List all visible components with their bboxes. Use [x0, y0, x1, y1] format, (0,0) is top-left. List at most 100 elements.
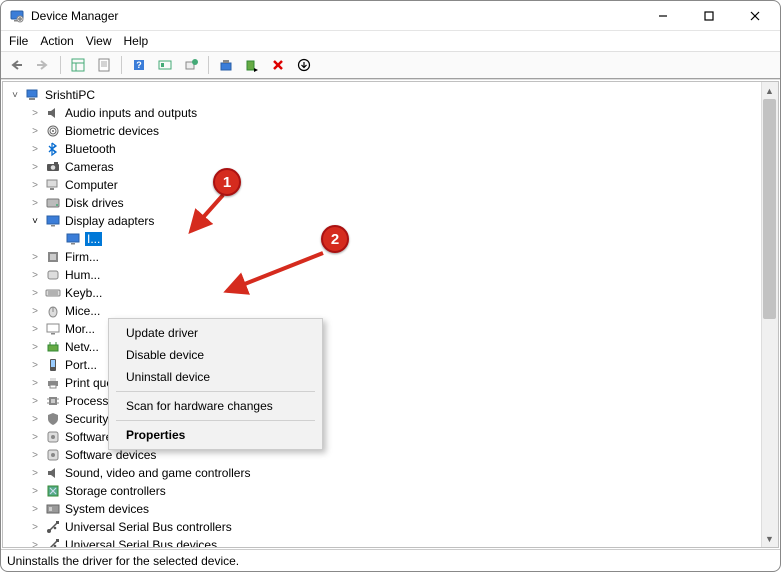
- tree-node-display-adapters[interactable]: ˅ Display adapters: [29, 212, 778, 230]
- tree-node-storage-controllers[interactable]: > Storage controllers: [29, 482, 778, 500]
- app-icon: [9, 8, 25, 24]
- context-uninstall-device[interactable]: Uninstall device: [112, 366, 319, 388]
- tree-node-bluetooth[interactable]: > Bluetooth: [29, 140, 778, 158]
- speaker-icon: [45, 105, 61, 121]
- close-button[interactable]: [732, 1, 778, 31]
- collapse-icon[interactable]: ˅: [29, 216, 41, 227]
- annotation-callout-1: 1: [213, 168, 241, 196]
- menu-view[interactable]: View: [86, 34, 112, 48]
- tree-node-label: Sound, video and game controllers: [65, 466, 250, 480]
- action-center-button[interactable]: [153, 54, 177, 76]
- tree-root-node[interactable]: ˅ SrishtiPC: [9, 86, 778, 104]
- monitor-icon: [45, 321, 61, 337]
- vertical-scrollbar[interactable]: ▲ ▼: [761, 82, 778, 547]
- nav-forward-button[interactable]: [31, 54, 55, 76]
- tree-node-label: Biometric devices: [65, 124, 159, 138]
- properties-button[interactable]: [92, 54, 116, 76]
- window-title: Device Manager: [31, 9, 118, 23]
- tree-node-label: Disk drives: [65, 196, 124, 210]
- expand-icon[interactable]: >: [29, 432, 41, 443]
- expand-icon[interactable]: >: [29, 414, 41, 425]
- uninstall-device-button[interactable]: [266, 54, 290, 76]
- tree-leaf-label: I...: [85, 232, 102, 246]
- software-icon: [45, 429, 61, 445]
- disable-device-button[interactable]: [240, 54, 264, 76]
- expand-icon[interactable]: >: [29, 540, 41, 549]
- toolbar: ?: [1, 51, 780, 79]
- context-scan-hardware[interactable]: Scan for hardware changes: [112, 395, 319, 417]
- tree-node-computer[interactable]: > Computer: [29, 176, 778, 194]
- scrollbar-thumb[interactable]: [763, 99, 776, 319]
- expand-icon[interactable]: >: [29, 450, 41, 461]
- expand-icon[interactable]: >: [29, 144, 41, 155]
- usb-icon: [45, 519, 61, 535]
- expand-icon[interactable]: >: [29, 522, 41, 533]
- computer-icon: [25, 87, 41, 103]
- menu-action[interactable]: Action: [40, 34, 73, 48]
- menu-help[interactable]: Help: [124, 34, 149, 48]
- scroll-down-arrow[interactable]: ▼: [761, 530, 778, 547]
- context-update-driver[interactable]: Update driver: [112, 322, 319, 344]
- tree-node-sound-video-and-game-controllers[interactable]: > Sound, video and game controllers: [29, 464, 778, 482]
- tree-node-universal-serial-bus-devices[interactable]: > Universal Serial Bus devices: [29, 536, 778, 548]
- tree-node-firm-[interactable]: > Firm...: [29, 248, 778, 266]
- tree-node-label: Mor...: [65, 322, 95, 336]
- expand-icon[interactable]: >: [29, 396, 41, 407]
- tree-node-biometric-devices[interactable]: > Biometric devices: [29, 122, 778, 140]
- tree-node-label: Keyb...: [65, 286, 102, 300]
- statusbar: Uninstalls the driver for the selected d…: [1, 549, 780, 571]
- expand-icon[interactable]: >: [29, 324, 41, 335]
- expand-icon[interactable]: >: [29, 162, 41, 173]
- nav-back-button[interactable]: [5, 54, 29, 76]
- titlebar: Device Manager: [1, 1, 780, 31]
- content-area: ˅ SrishtiPC > Audio inputs and outputs >…: [1, 79, 780, 549]
- context-properties[interactable]: Properties: [112, 424, 319, 446]
- collapse-icon[interactable]: ˅: [9, 90, 21, 101]
- tree-node-disk-drives[interactable]: > Disk drives: [29, 194, 778, 212]
- device-manager-window: Device Manager File Action View Help ?: [0, 0, 781, 572]
- expand-icon[interactable]: >: [29, 270, 41, 281]
- expand-icon[interactable]: >: [29, 288, 41, 299]
- show-hide-tree-button[interactable]: [66, 54, 90, 76]
- system-icon: [45, 501, 61, 517]
- tree-node-label: Netv...: [65, 340, 99, 354]
- scroll-up-arrow[interactable]: ▲: [761, 82, 778, 99]
- minimize-button[interactable]: [640, 1, 686, 31]
- tree-node-audio-inputs-and-outputs[interactable]: > Audio inputs and outputs: [29, 104, 778, 122]
- toolbar-separator: [60, 56, 61, 74]
- update-driver-button[interactable]: [214, 54, 238, 76]
- tree-node-label: Hum...: [65, 268, 100, 282]
- expand-icon[interactable]: >: [29, 360, 41, 371]
- tree-node-label: Universal Serial Bus controllers: [65, 520, 232, 534]
- tree-node-label: Port...: [65, 358, 97, 372]
- expand-icon[interactable]: >: [29, 468, 41, 479]
- tree-node-universal-serial-bus-controllers[interactable]: > Universal Serial Bus controllers: [29, 518, 778, 536]
- context-separator: [116, 391, 315, 392]
- tree-node-label: Bluetooth: [65, 142, 116, 156]
- svg-text:?: ?: [136, 60, 142, 70]
- expand-icon[interactable]: >: [29, 180, 41, 191]
- scan-hardware-button[interactable]: [179, 54, 203, 76]
- install-legacy-button[interactable]: [292, 54, 316, 76]
- device-tree-pane[interactable]: ˅ SrishtiPC > Audio inputs and outputs >…: [2, 81, 779, 548]
- context-disable-device[interactable]: Disable device: [112, 344, 319, 366]
- expand-icon[interactable]: >: [29, 342, 41, 353]
- expand-icon[interactable]: >: [29, 252, 41, 263]
- tree-node-label: Audio inputs and outputs: [65, 106, 197, 120]
- expand-icon[interactable]: >: [29, 486, 41, 497]
- expand-icon[interactable]: >: [29, 126, 41, 137]
- help-button[interactable]: ?: [127, 54, 151, 76]
- tree-node-cameras[interactable]: > Cameras: [29, 158, 778, 176]
- expand-icon[interactable]: >: [29, 504, 41, 515]
- expand-icon[interactable]: >: [29, 378, 41, 389]
- menu-file[interactable]: File: [9, 34, 28, 48]
- tree-node-system-devices[interactable]: > System devices: [29, 500, 778, 518]
- expand-icon[interactable]: >: [29, 108, 41, 119]
- maximize-button[interactable]: [686, 1, 732, 31]
- expand-icon[interactable]: >: [29, 198, 41, 209]
- toolbar-separator: [121, 56, 122, 74]
- tree-node-keyb-[interactable]: > Keyb...: [29, 284, 778, 302]
- tree-node-hum-[interactable]: > Hum...: [29, 266, 778, 284]
- tree-leaf-intel-r-uhd-graphics-770[interactable]: I...: [49, 230, 778, 248]
- expand-icon[interactable]: >: [29, 306, 41, 317]
